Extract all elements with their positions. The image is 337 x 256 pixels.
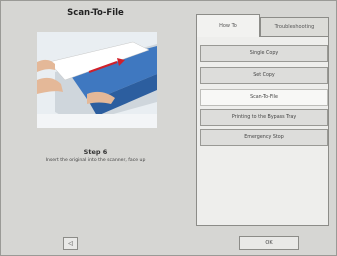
dialog-title: Scan-To-File bbox=[67, 8, 124, 18]
instruction-panel: Scan-To-File Step 6 Insert the original … bbox=[4, 5, 187, 227]
topic-emergency-stop[interactable]: Emergency Stop bbox=[200, 129, 328, 146]
topic-bypass-tray[interactable]: Printing to the Bypass Tray bbox=[200, 109, 328, 126]
topic-set-copy[interactable]: Set Copy bbox=[200, 67, 328, 84]
scanner-photo-image bbox=[37, 32, 157, 128]
help-dialog: Scan-To-File Step 6 Insert the original … bbox=[0, 0, 337, 256]
back-arrow-icon: ◁ bbox=[68, 240, 73, 247]
help-navigation: How To Troubleshooting Single Copy Set C… bbox=[192, 14, 332, 227]
topic-single-copy[interactable]: Single Copy bbox=[200, 45, 328, 62]
tab-troubleshooting[interactable]: Troubleshooting bbox=[260, 17, 329, 37]
back-button[interactable]: ◁ bbox=[63, 237, 78, 250]
step-title: Step 6 bbox=[83, 148, 108, 156]
scanner-illustration bbox=[37, 32, 157, 128]
dialog-footer: ◁ OK bbox=[1, 233, 337, 256]
ok-button[interactable]: OK bbox=[239, 236, 299, 250]
tab-how-to[interactable]: How To bbox=[196, 14, 260, 37]
topic-list: Single Copy Set Copy Scan-To-File Printi… bbox=[196, 36, 329, 226]
step-instruction: Insert the original into the scanner, fa… bbox=[45, 158, 146, 163]
topic-scan-to-file[interactable]: Scan-To-File bbox=[200, 89, 328, 106]
